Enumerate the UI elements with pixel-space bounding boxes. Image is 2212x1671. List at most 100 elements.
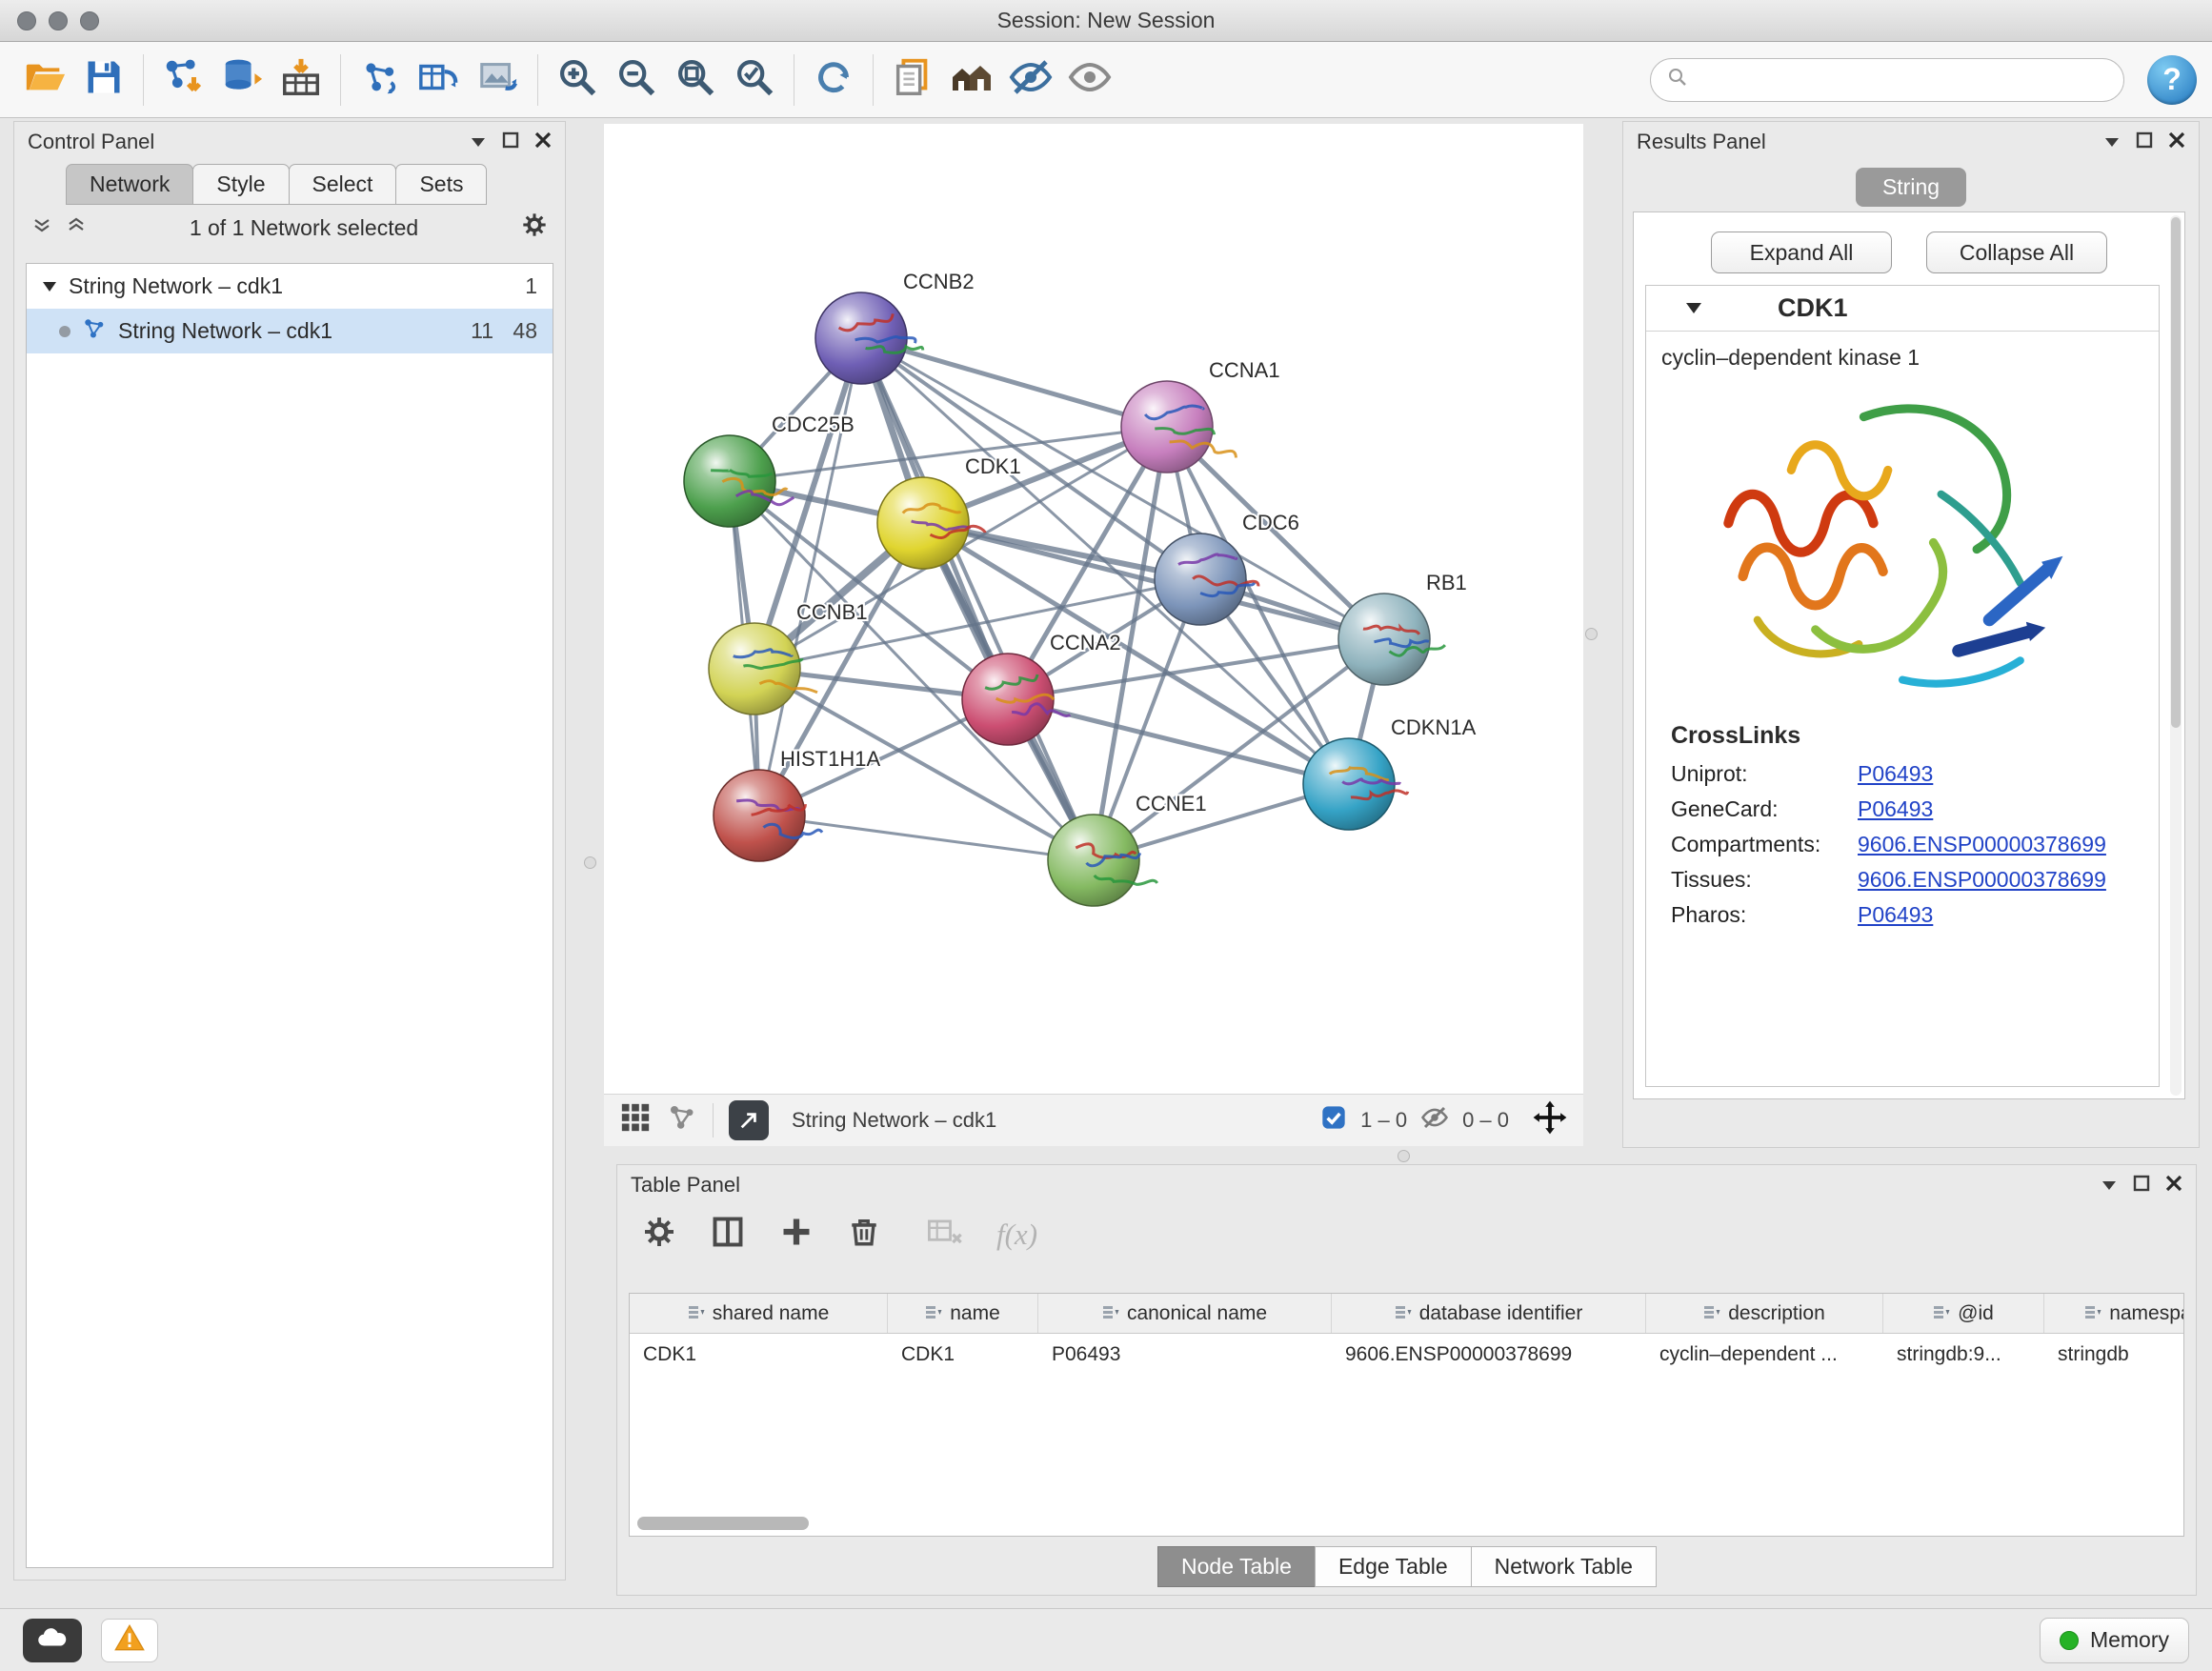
minimize-window-button[interactable] (49, 11, 68, 30)
zoom-selected-button[interactable] (725, 50, 784, 110)
crosslink-value-link[interactable]: 9606.ENSP00000378699 (1858, 832, 2106, 857)
duplicate-page-button[interactable] (883, 50, 942, 110)
tab-network[interactable]: Network (66, 164, 193, 205)
column-header-canonical-name[interactable]: canonical name (1038, 1294, 1332, 1333)
left-splitter-handle[interactable] (584, 856, 596, 869)
open-session-button[interactable] (15, 50, 74, 110)
column-header-namespace[interactable]: namespace (2044, 1294, 2184, 1333)
results-scrollbar[interactable] (2170, 215, 2182, 1096)
node-CCNB1[interactable] (709, 623, 800, 715)
fit-content-button[interactable] (666, 50, 725, 110)
table-cell[interactable]: 9606.ENSP00000378699 (1332, 1334, 1646, 1376)
edge-CCNB2-HIST1H1A[interactable] (759, 338, 861, 815)
node-CDC25B[interactable] (684, 435, 775, 527)
show-columns-icon[interactable] (711, 1215, 745, 1255)
home-button[interactable] (942, 50, 1001, 110)
add-column-icon[interactable] (779, 1215, 814, 1255)
table-cell[interactable]: P06493 (1038, 1334, 1332, 1376)
protein-section-header[interactable]: CDK1 (1646, 286, 2159, 332)
delete-column-icon[interactable] (848, 1215, 880, 1255)
import-table-button[interactable] (271, 50, 331, 110)
table-row[interactable]: CDK1CDK1P064939606.ENSP00000378699cyclin… (630, 1334, 2183, 1376)
save-session-button[interactable] (74, 50, 133, 110)
show-all-button[interactable] (1060, 50, 1119, 110)
panel-float-icon[interactable] (2136, 130, 2153, 154)
node-CDC6[interactable] (1155, 534, 1246, 625)
network-row[interactable]: String Network – cdk1 11 48 (27, 309, 553, 353)
tab-node-table[interactable]: Node Table (1157, 1546, 1316, 1587)
network-options-gear-icon[interactable] (521, 211, 548, 244)
close-window-button[interactable] (17, 11, 36, 30)
string-panel-icon[interactable] (667, 1102, 697, 1138)
zoom-window-button[interactable] (80, 11, 99, 30)
memory-button[interactable]: Memory (2040, 1618, 2189, 1663)
table-cell[interactable]: stringdb:9... (1883, 1334, 2044, 1376)
open-in-new-window-button[interactable] (729, 1100, 769, 1140)
edge-CCNB2-CCNA1[interactable] (861, 338, 1167, 427)
edge-HIST1H1A-CCNE1[interactable] (759, 815, 1094, 860)
crosslink-value-link[interactable]: 9606.ENSP00000378699 (1858, 867, 2106, 893)
clone-network-button[interactable] (351, 50, 410, 110)
network-collection-row[interactable]: String Network – cdk1 1 (27, 264, 553, 309)
column-header-description[interactable]: description (1646, 1294, 1883, 1333)
expand-all-button[interactable]: Expand All (1711, 232, 1892, 273)
tab-edge-table[interactable]: Edge Table (1315, 1546, 1472, 1587)
crosslink-value-link[interactable]: P06493 (1858, 761, 1933, 787)
panel-close-icon[interactable] (2168, 130, 2185, 154)
import-network-database-button[interactable] (212, 50, 271, 110)
disclosure-triangle-icon[interactable] (1684, 296, 1703, 321)
pan-move-icon[interactable] (1532, 1099, 1568, 1141)
hidden-eye-slash-icon[interactable] (1420, 1103, 1449, 1137)
node-CCNA1[interactable] (1121, 381, 1213, 473)
column-header-name[interactable]: name (888, 1294, 1038, 1333)
search-input[interactable] (1699, 68, 2108, 92)
horizontal-splitter-handle[interactable] (1398, 1150, 1410, 1162)
cloud-button[interactable] (23, 1619, 82, 1662)
node-CCNA2[interactable] (962, 654, 1054, 745)
tab-sets[interactable]: Sets (395, 164, 487, 205)
refresh-button[interactable] (804, 50, 863, 110)
import-network-file-button[interactable] (153, 50, 212, 110)
export-image-button[interactable] (469, 50, 528, 110)
table-settings-gear-icon[interactable] (642, 1215, 676, 1255)
network-view-canvas[interactable]: CCNB2CCNA1CDC25BCDK1CDC6RB1CCNB1CCNA2CDK… (604, 124, 1583, 1094)
tab-style[interactable]: Style (192, 164, 289, 205)
right-splitter-handle[interactable] (1585, 628, 1598, 640)
expand-all-icon[interactable] (66, 214, 87, 241)
collapse-all-icon[interactable] (31, 214, 52, 241)
zoom-in-button[interactable] (548, 50, 607, 110)
panel-menu-icon[interactable] (470, 130, 487, 154)
help-button[interactable]: ? (2147, 55, 2197, 105)
node-CCNE1[interactable] (1048, 815, 1139, 906)
column-header-shared-name[interactable]: shared name (630, 1294, 888, 1333)
table-cell[interactable]: CDK1 (888, 1334, 1038, 1376)
network-graph[interactable]: CCNB2CCNA1CDC25BCDK1CDC6RB1CCNB1CCNA2CDK… (604, 124, 1583, 1094)
panel-close-icon[interactable] (2165, 1173, 2182, 1198)
hide-selected-button[interactable] (1001, 50, 1060, 110)
panel-float-icon[interactable] (502, 130, 519, 154)
crosslink-value-link[interactable]: P06493 (1858, 796, 1933, 822)
new-network-from-selection-button[interactable] (410, 50, 469, 110)
column-header--id[interactable]: @id (1883, 1294, 2044, 1333)
panel-menu-icon[interactable] (2101, 1173, 2118, 1198)
table-cell[interactable]: CDK1 (630, 1334, 888, 1376)
zoom-out-button[interactable] (607, 50, 666, 110)
birds-eye-grid-icon[interactable] (619, 1101, 652, 1139)
tab-network-table[interactable]: Network Table (1471, 1546, 1657, 1587)
edge-CCNB2-CCNE1[interactable] (861, 338, 1094, 860)
column-header-database-identifier[interactable]: database identifier (1332, 1294, 1646, 1333)
disclosure-triangle-icon[interactable] (42, 273, 57, 299)
warnings-button[interactable] (101, 1619, 158, 1662)
node-HIST1H1A[interactable] (714, 770, 805, 861)
panel-menu-icon[interactable] (2103, 130, 2121, 154)
panel-close-icon[interactable] (534, 130, 552, 154)
table-cell[interactable]: stringdb (2044, 1334, 2184, 1376)
table-cell[interactable]: cyclin–dependent ... (1646, 1334, 1883, 1376)
crosslink-value-link[interactable]: P06493 (1858, 902, 1933, 928)
tab-string[interactable]: String (1856, 168, 1966, 207)
selected-checkbox-icon[interactable] (1320, 1104, 1347, 1137)
collapse-all-button[interactable]: Collapse All (1926, 232, 2107, 273)
panel-float-icon[interactable] (2133, 1173, 2150, 1198)
tab-select[interactable]: Select (289, 164, 397, 205)
table-horizontal-scrollbar[interactable] (637, 1517, 809, 1530)
